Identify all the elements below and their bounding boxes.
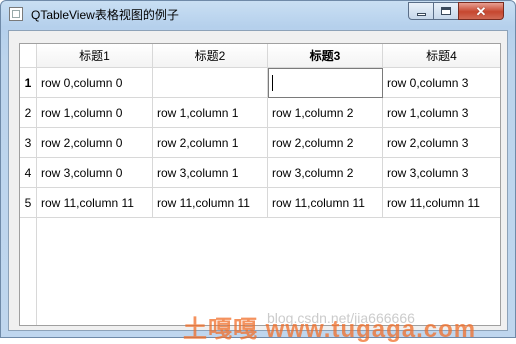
- row-header-4[interactable]: 4: [20, 158, 37, 188]
- table-view[interactable]: 标题1 标题2 标题3 标题4 1 2 3 4 5 row 0,column 0…: [19, 43, 501, 326]
- row-header-3[interactable]: 3: [20, 128, 37, 158]
- watermark-text: 土嘎嘎 www.tugaga.com: [183, 316, 477, 343]
- minimize-icon: [416, 12, 426, 16]
- table-cell[interactable]: row 1,column 0: [37, 98, 153, 128]
- table-cell[interactable]: row 2,column 0: [37, 128, 153, 158]
- table-cell[interactable]: row 11,column 11: [37, 188, 153, 218]
- column-header-1[interactable]: 标题1: [37, 44, 153, 68]
- row-header-2[interactable]: 2: [20, 98, 37, 128]
- text-cursor: [272, 75, 273, 91]
- main-window: QTableView表格视图的例子 ✕ 标题1 标题2 标题3 标题4 1 2 …: [0, 0, 516, 343]
- table-cell[interactable]: row 3,column 3: [383, 158, 500, 188]
- close-button[interactable]: ✕: [458, 2, 504, 20]
- maximize-button[interactable]: [433, 2, 459, 20]
- row-header-empty-area: [20, 218, 37, 325]
- column-header-2[interactable]: 标题2: [153, 44, 268, 68]
- row-header-1[interactable]: 1: [20, 68, 37, 98]
- table-cell[interactable]: row 2,column 3: [383, 128, 500, 158]
- table-cell[interactable]: row 0,column 0: [37, 68, 153, 98]
- column-header-3[interactable]: 标题3: [268, 44, 383, 68]
- table-cell[interactable]: row 3,column 2: [268, 158, 383, 188]
- table-cell[interactable]: row 1,column 1: [153, 98, 268, 128]
- table-cell[interactable]: row 2,column 1: [153, 128, 268, 158]
- title-bar[interactable]: QTableView表格视图的例子 ✕: [1, 1, 515, 29]
- window-title: QTableView表格视图的例子: [31, 8, 179, 22]
- table-cell[interactable]: row 11,column 11: [268, 188, 383, 218]
- column-header-4[interactable]: 标题4: [383, 44, 500, 68]
- table-cell[interactable]: row 11,column 11: [153, 188, 268, 218]
- table-cell[interactable]: row 1,column 3: [383, 98, 500, 128]
- cell-editor-input[interactable]: [268, 68, 383, 98]
- table-cell[interactable]: row 11,column 11: [383, 188, 500, 218]
- minimize-button[interactable]: [408, 2, 434, 20]
- window-client-area: 标题1 标题2 标题3 标题4 1 2 3 4 5 row 0,column 0…: [8, 30, 508, 331]
- table-cell[interactable]: row 0,column 3: [383, 68, 500, 98]
- maximize-icon: [441, 7, 451, 15]
- row-header-5[interactable]: 5: [20, 188, 37, 218]
- close-icon: ✕: [475, 3, 487, 19]
- table-cell[interactable]: row 1,column 2: [268, 98, 383, 128]
- table-cell[interactable]: row 2,column 2: [268, 128, 383, 158]
- table-corner-button[interactable]: [20, 44, 37, 68]
- table-cell[interactable]: [153, 68, 268, 98]
- app-window-icon[interactable]: [9, 7, 23, 21]
- table-cell[interactable]: row 3,column 1: [153, 158, 268, 188]
- table-cell[interactable]: row 3,column 0: [37, 158, 153, 188]
